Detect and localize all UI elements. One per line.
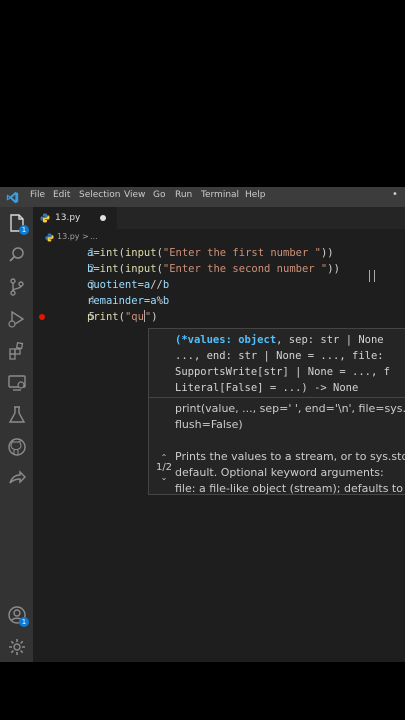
- code-line[interactable]: 4 remainder=a%b: [33, 293, 405, 309]
- github-icon[interactable]: [7, 437, 27, 457]
- hover-divider: [149, 397, 405, 398]
- menu-go[interactable]: Go: [153, 190, 165, 200]
- menu-view[interactable]: View: [124, 190, 145, 200]
- code-line[interactable]: 3 quotient=a//b: [33, 277, 405, 293]
- code-token: "Enter the second number ": [162, 263, 328, 275]
- remote-explorer-icon[interactable]: [7, 373, 27, 393]
- overload-pager[interactable]: ⌃ 1/2 ⌄: [153, 453, 175, 482]
- doc-line: print(value, ..., sep=' ', end='\n', fil…: [175, 402, 405, 415]
- activity-bar: 1 1: [0, 207, 33, 662]
- signature-line: Literal[False] = ...) -> None: [175, 380, 390, 396]
- run-debug-icon[interactable]: [7, 309, 27, 329]
- code-text: print("qu"): [87, 309, 158, 325]
- next-overload-icon[interactable]: ⌄: [153, 473, 175, 482]
- settings-gear-icon[interactable]: [7, 637, 27, 657]
- python-file-icon: [40, 213, 50, 223]
- code-token: "Enter the first number ": [162, 247, 321, 259]
- code-text: quotient=a//b: [87, 277, 169, 293]
- search-icon[interactable]: [7, 245, 27, 265]
- signature-line: ..., end: str | None = ..., file:: [175, 348, 390, 364]
- code-line[interactable]: 2 b=int(input("Enter the second number ")…: [33, 261, 405, 277]
- accounts-badge: 1: [19, 617, 29, 627]
- doc-line: flush=False): [175, 418, 243, 431]
- extensions-icon[interactable]: [7, 341, 27, 361]
- menu-bar: File Edit Selection View Go Run Terminal Help •: [0, 187, 405, 207]
- signature-line: (*values: object, sep: str | None: [175, 332, 390, 348]
- code-text: a=int(input("Enter the first number ")): [87, 245, 334, 261]
- doc-line: file: a file-like object (stream); defau…: [175, 482, 405, 495]
- tab-13-py[interactable]: 13.py: [33, 207, 117, 229]
- unsaved-dot-icon[interactable]: [100, 215, 106, 221]
- code-line[interactable]: 5 print("qu"): [33, 309, 405, 325]
- accounts-icon[interactable]: 1: [7, 605, 29, 627]
- code-token: int: [99, 247, 119, 259]
- menu-run[interactable]: Run: [175, 190, 192, 200]
- breadcrumb-separator: >: [82, 232, 89, 241]
- code-token: remainder: [87, 295, 144, 307]
- menu-selection[interactable]: Selection: [79, 190, 120, 200]
- menu-help[interactable]: Help: [245, 190, 266, 200]
- code-line[interactable]: 1 a=int(input("Enter the first number ")): [33, 245, 405, 261]
- doc-line: Prints the values to a stream, or to sys…: [175, 450, 405, 463]
- live-share-icon[interactable]: [7, 469, 27, 489]
- signature-fragment: Literal[False] = ...) -> None: [175, 382, 359, 394]
- signature-fragment: SupportsWrite[str] | None = ..., f: [175, 366, 390, 378]
- tab-filename: 13.py: [55, 213, 81, 223]
- code-text: remainder=a%b: [87, 293, 169, 309]
- menu-terminal[interactable]: Terminal: [201, 190, 239, 200]
- explorer-badge: 1: [19, 225, 29, 235]
- code-token-fragment: "qu: [124, 311, 144, 323]
- breadcrumb: 13.py > ...: [33, 231, 405, 245]
- code-token: b: [162, 279, 170, 291]
- code-token: )): [327, 263, 340, 275]
- menu-file[interactable]: File: [30, 190, 45, 200]
- code-token: "qu": [124, 310, 151, 323]
- signature-fragment: ..., end: str | None = ..., file:: [175, 350, 390, 362]
- vscode-logo-icon: [6, 191, 19, 204]
- code-token: input: [124, 263, 157, 275]
- vscode-window: File Edit Selection View Go Run Terminal Help •…: [0, 187, 405, 662]
- breadcrumb-file[interactable]: 13.py: [57, 232, 80, 241]
- code-token: ): [151, 311, 158, 323]
- more-icon[interactable]: •: [392, 189, 398, 200]
- breakpoint-icon[interactable]: [39, 314, 45, 320]
- code-token: print: [87, 311, 119, 323]
- parameter-hints-widget: (*values: object, sep: str | None ..., en…: [148, 328, 405, 495]
- python-file-icon: [45, 233, 54, 242]
- active-parameter: (*values: object: [175, 334, 277, 346]
- doc-line: default. Optional keyword arguments:: [175, 466, 384, 479]
- menu-edit[interactable]: Edit: [53, 190, 70, 200]
- code-token: //: [150, 279, 163, 291]
- tab-bar: 13.py: [33, 207, 405, 229]
- overload-counter: 1/2: [155, 462, 173, 473]
- signature-fragment: , sep: str | None: [276, 334, 384, 346]
- signature-line: SupportsWrite[str] | None = ..., f: [175, 364, 390, 380]
- code-token: b: [162, 295, 170, 307]
- code-token: quotient: [87, 279, 138, 291]
- breadcrumb-symbol[interactable]: ...: [90, 232, 98, 241]
- source-control-icon[interactable]: [7, 277, 27, 297]
- code-token: input: [124, 247, 157, 259]
- code-token: )): [320, 247, 334, 259]
- code-text: b=int(input("Enter the second number ")): [87, 261, 340, 277]
- signature-text: (*values: object, sep: str | None ..., en…: [175, 332, 390, 396]
- previous-overload-icon[interactable]: ⌃: [153, 453, 175, 462]
- testing-icon[interactable]: [7, 405, 27, 425]
- explorer-icon[interactable]: 1: [7, 213, 29, 235]
- mouse-ibeam-cursor-icon: [369, 270, 375, 282]
- code-token: int: [99, 263, 119, 275]
